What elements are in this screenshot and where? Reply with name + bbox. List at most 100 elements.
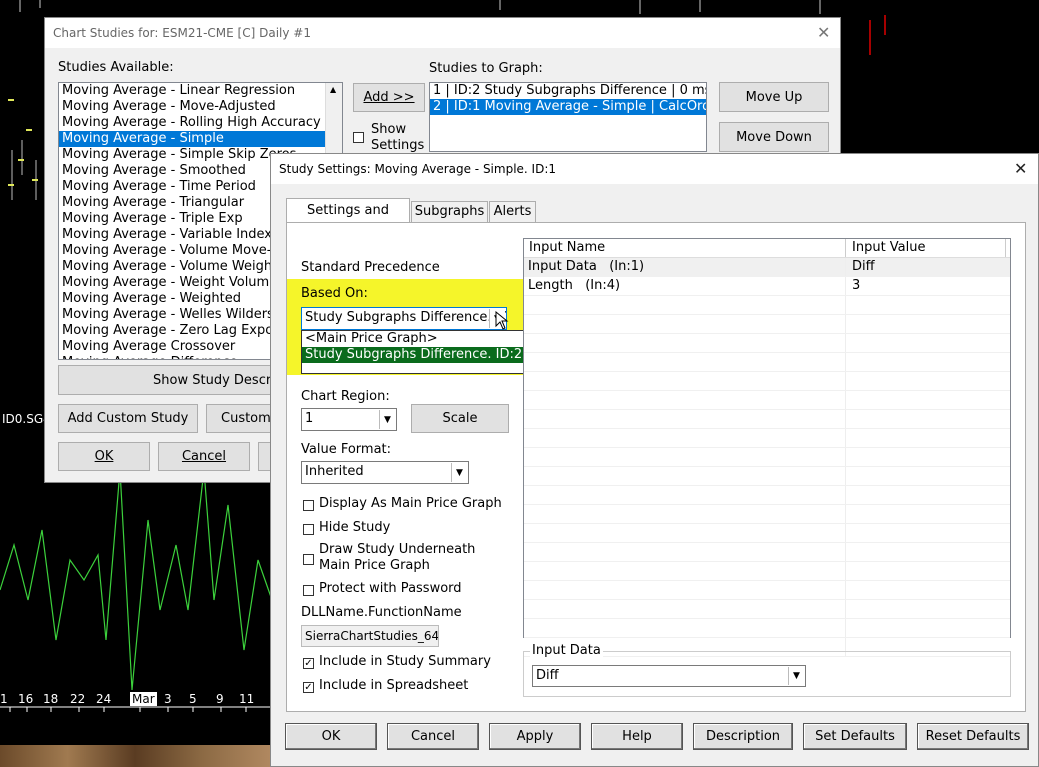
ok-label: OK: [94, 449, 114, 464]
input-data-group: Input Data Diff ▼: [523, 643, 1011, 697]
table-row[interactable]: [524, 296, 1010, 315]
arrow-glyph: ▼: [456, 467, 463, 478]
cancel-label: Cancel: [410, 729, 456, 744]
tab-label: Alerts: [493, 204, 532, 219]
x-tick-label: 1: [0, 692, 8, 706]
based-on-select[interactable]: Study Subgraphs Difference. ID:2 ▼: [301, 307, 507, 330]
input-data-select[interactable]: Diff ▼: [532, 665, 806, 687]
table-row[interactable]: [524, 486, 1010, 505]
table-row[interactable]: [524, 562, 1010, 581]
table-row[interactable]: [524, 543, 1010, 562]
settings-description-button[interactable]: Description: [693, 723, 793, 750]
table-row[interactable]: [524, 315, 1010, 334]
x-tick-label: 3: [164, 692, 172, 706]
settings-reset-defaults-button[interactable]: Reset Defaults: [917, 723, 1029, 750]
x-tick-label: 18: [43, 692, 59, 706]
list-item-label: Moving Average - Volume Weighted: [62, 259, 294, 274]
scroll-up-icon[interactable]: ▲: [330, 85, 336, 94]
cancel-button[interactable]: Cancel: [158, 442, 250, 471]
include-summary-label: Include in Study Summary: [319, 654, 491, 669]
table-row[interactable]: Length (In:4) 3: [524, 277, 1010, 296]
list-item-label: Moving Average - Simple: [62, 131, 224, 146]
list-item[interactable]: 1 | ID:2 Study Subgraphs Difference | 0 …: [430, 83, 706, 99]
settings-ok-button[interactable]: OK: [285, 723, 377, 750]
ok-button[interactable]: OK: [58, 442, 150, 471]
settings-cancel-button[interactable]: Cancel: [387, 723, 479, 750]
check-icon: ✓: [304, 658, 313, 669]
chart-region-select[interactable]: 1 ▼: [301, 408, 397, 431]
close-icon[interactable]: ✕: [1014, 159, 1027, 178]
display-main-price-label: Display As Main Price Graph: [319, 496, 502, 511]
table-row[interactable]: [524, 448, 1010, 467]
cell-divider: [845, 353, 846, 371]
include-summary-checkbox[interactable]: ✓: [303, 658, 314, 669]
table-row[interactable]: [524, 619, 1010, 638]
settings-set-defaults-button[interactable]: Set Defaults: [803, 723, 907, 750]
dll-field[interactable]: SierraChartStudies_64: [301, 625, 439, 647]
table-row[interactable]: [524, 505, 1010, 524]
chevron-down-icon[interactable]: ▼: [451, 463, 467, 482]
list-item[interactable]: Moving Average - Simple: [59, 131, 325, 147]
table-row[interactable]: Input Data (In:1) Diff: [524, 258, 1010, 277]
cell-divider: [845, 581, 846, 599]
cell-divider: [845, 486, 846, 504]
cell-divider: [845, 334, 846, 352]
scale-button[interactable]: Scale: [411, 404, 509, 433]
list-item[interactable]: Moving Average - Linear Regression: [59, 83, 325, 99]
apply-label: Apply: [516, 729, 554, 744]
based-on-dropdown: <Main Price Graph> Study Subgraphs Diffe…: [301, 330, 525, 374]
chevron-down-icon[interactable]: ▼: [379, 410, 395, 429]
add-custom-study-label: Add Custom Study: [67, 411, 189, 426]
list-item[interactable]: 2 | ID:1 Moving Average - Simple | CalcO…: [430, 99, 706, 115]
table-row[interactable]: [524, 467, 1010, 486]
close-icon[interactable]: ✕: [817, 23, 830, 42]
dll-label: DLLName.FunctionName: [301, 605, 462, 620]
hide-study-label: Hide Study: [319, 520, 391, 535]
dropdown-option-study-subgraphs[interactable]: Study Subgraphs Difference. ID:2: [302, 347, 524, 363]
chevron-down-icon[interactable]: ▼: [788, 667, 804, 685]
list-item[interactable]: Moving Average - Move-Adjusted: [59, 99, 325, 115]
value-format-select[interactable]: Inherited ▼: [301, 461, 469, 484]
hide-study-checkbox[interactable]: [303, 524, 314, 535]
add-custom-study-button[interactable]: Add Custom Study: [58, 404, 198, 433]
include-spreadsheet-checkbox[interactable]: ✓: [303, 682, 314, 693]
arrow-glyph: ▼: [793, 671, 800, 681]
cell-divider: [845, 391, 846, 409]
show-settings-checkbox[interactable]: [353, 132, 364, 143]
draw-underneath-checkbox[interactable]: [303, 554, 314, 565]
draw-underneath-label: Draw Study Underneath: [319, 542, 476, 557]
protect-password-checkbox[interactable]: [303, 585, 314, 596]
header-input-value: Input Value: [852, 240, 926, 255]
table-row[interactable]: [524, 410, 1010, 429]
display-main-price-checkbox[interactable]: [303, 500, 314, 511]
list-item[interactable]: Moving Average - Rolling High Accuracy: [59, 115, 325, 131]
table-row[interactable]: [524, 600, 1010, 619]
tab-settings-and-inputs[interactable]: Settings and Inputs: [286, 198, 410, 242]
move-down-button[interactable]: Move Down: [719, 122, 829, 152]
dropdown-option-main-price-graph[interactable]: <Main Price Graph>: [302, 331, 524, 347]
list-item-label: Moving Average Difference: [62, 355, 238, 359]
table-row[interactable]: [524, 353, 1010, 372]
studies-to-graph-list[interactable]: 1 | ID:2 Study Subgraphs Difference | 0 …: [429, 82, 707, 152]
tab-subgraphs[interactable]: Subgraphs: [411, 201, 488, 223]
list-item-label: Moving Average - Simple Skip Zeros: [62, 147, 297, 162]
tab-alerts[interactable]: Alerts: [489, 201, 536, 223]
table-row[interactable]: [524, 391, 1010, 410]
x-tick-label: 9: [216, 692, 224, 706]
option-label: Study Subgraphs Difference. ID:2: [305, 347, 523, 362]
settings-title: Study Settings: Moving Average - Simple.…: [279, 162, 557, 176]
table-row[interactable]: [524, 524, 1010, 543]
add-study-button[interactable]: Add >>: [353, 83, 425, 112]
table-row[interactable]: [524, 429, 1010, 448]
option-label: <Main Price Graph>: [305, 331, 438, 346]
inputs-grid[interactable]: Input Name Input Value Input Data (In:1)…: [523, 238, 1011, 657]
settings-apply-button[interactable]: Apply: [489, 723, 581, 750]
table-row[interactable]: [524, 334, 1010, 353]
settings-help-button[interactable]: Help: [591, 723, 683, 750]
table-row[interactable]: [524, 372, 1010, 391]
table-row[interactable]: [524, 581, 1010, 600]
scale-label: Scale: [442, 411, 478, 426]
list-item-label: Moving Average - Welles Wilders: [62, 307, 274, 322]
move-up-button[interactable]: Move Up: [719, 82, 829, 112]
chart-x-axis: 1 16 18 22 24 Mar 3 5 9 11: [0, 692, 270, 708]
